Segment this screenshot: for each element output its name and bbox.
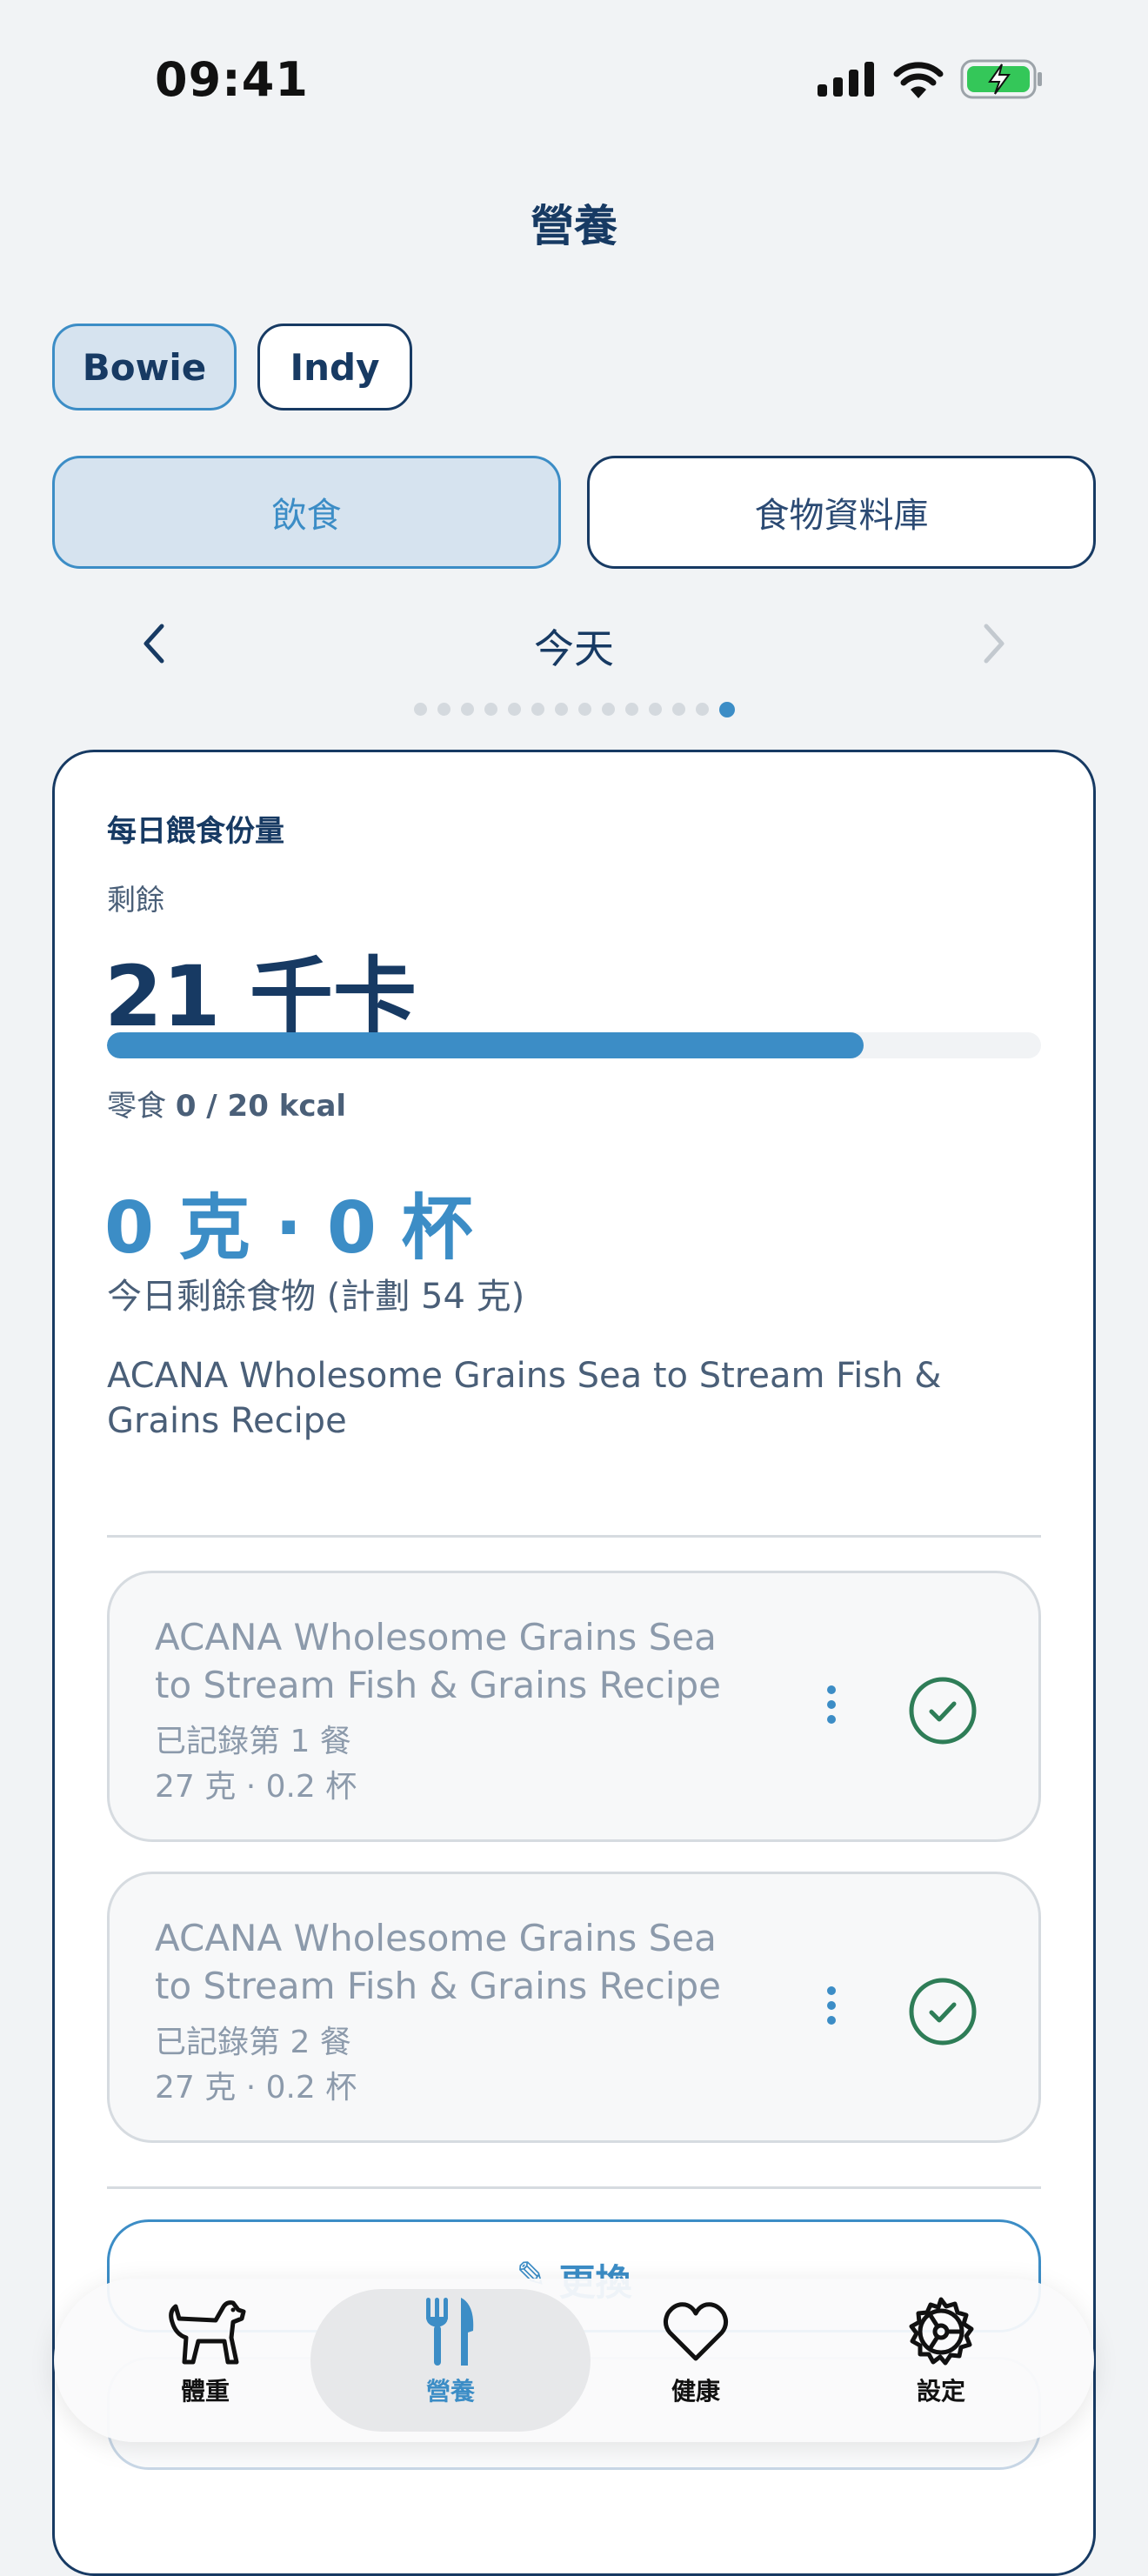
page-dot	[577, 703, 591, 716]
calorie-progress-fill	[107, 1032, 864, 1058]
checkmark-circle-icon[interactable]	[908, 1977, 978, 2046]
tab-settings[interactable]: 設定	[854, 2296, 1028, 2407]
tab-label: 健康	[671, 2377, 720, 2406]
page-dot	[554, 703, 568, 716]
meal-amount: 27 克 · 0.2 杯	[155, 1769, 357, 1805]
heart-icon	[663, 2302, 729, 2361]
remaining-food-subtitle: 今日剩餘食物 (計劃 54 克)	[107, 1277, 525, 1317]
page-dot	[507, 703, 521, 716]
status-icons	[818, 59, 1044, 99]
tab-food-database[interactable]: 食物資料庫	[587, 456, 1096, 569]
checkmark-circle-icon[interactable]	[908, 1676, 978, 1745]
dog-icon	[169, 2300, 246, 2365]
tab-weight[interactable]: 體重	[118, 2296, 292, 2407]
more-options-icon[interactable]	[823, 1980, 840, 2031]
snack-row: 零食 0 / 20 kcal	[107, 1082, 346, 1124]
battery-charging-icon	[960, 59, 1042, 99]
next-day-button[interactable]	[979, 619, 1011, 671]
page-dot	[671, 703, 685, 716]
divider	[107, 2186, 1041, 2189]
signal-icon	[818, 62, 874, 97]
wifi-icon	[893, 62, 944, 98]
tab-nutrition[interactable]: 營養	[364, 2296, 537, 2407]
tab-label: 體重	[180, 2377, 230, 2406]
page-dot	[718, 702, 735, 717]
meal-status: 已記錄第 1 餐	[155, 1724, 351, 1759]
tab-diet[interactable]: 飲食	[52, 456, 561, 569]
fork-knife-icon	[426, 2298, 474, 2366]
page-dot	[484, 703, 497, 716]
pet-tab-bowie[interactable]: Bowie	[52, 324, 237, 410]
tab-label: 設定	[916, 2377, 965, 2406]
page-dot	[437, 703, 451, 716]
card-title: 每日餵食份量	[107, 814, 284, 849]
chevron-right-icon	[984, 624, 1004, 664]
calorie-progress-bar	[107, 1032, 1041, 1058]
page-dot	[531, 703, 544, 716]
meal-item[interactable]: ACANA Wholesome Grains Sea to Stream Fis…	[107, 1571, 1041, 1842]
divider	[107, 1535, 1041, 1538]
page-dot	[460, 703, 474, 716]
gear-icon	[909, 2297, 974, 2366]
tab-label: 營養	[425, 2377, 475, 2406]
remaining-food-amount: 0 克 · 0 杯	[104, 1187, 473, 1270]
more-options-icon[interactable]	[823, 1679, 840, 1730]
tab-health[interactable]: 健康	[609, 2296, 783, 2407]
food-name: ACANA Wholesome Grains Sea to Stream Fis…	[107, 1356, 942, 1441]
snack-label: 零食	[107, 1089, 166, 1124]
page-dot	[624, 703, 638, 716]
snack-value: 0 / 20 kcal	[175, 1089, 347, 1124]
remaining-label: 剩餘	[107, 883, 164, 917]
meal-food-name: ACANA Wholesome Grains Sea to Stream Fis…	[155, 1616, 722, 1706]
page-dot	[695, 703, 709, 716]
pet-tab-indy[interactable]: Indy	[257, 324, 412, 410]
status-time: 09:41	[155, 52, 309, 107]
day-page-indicator	[0, 702, 1148, 717]
page-dot	[601, 703, 615, 716]
day-label: 今天	[534, 625, 614, 672]
page-title: 營養	[531, 201, 617, 251]
meal-item[interactable]: ACANA Wholesome Grains Sea to Stream Fis…	[107, 1872, 1041, 2143]
meal-status: 已記錄第 2 餐	[155, 2025, 351, 2060]
meal-food-name: ACANA Wholesome Grains Sea to Stream Fis…	[155, 1917, 722, 2007]
meal-amount: 27 克 · 0.2 杯	[155, 2070, 357, 2106]
page-dot	[413, 703, 427, 716]
page-dot	[648, 703, 662, 716]
